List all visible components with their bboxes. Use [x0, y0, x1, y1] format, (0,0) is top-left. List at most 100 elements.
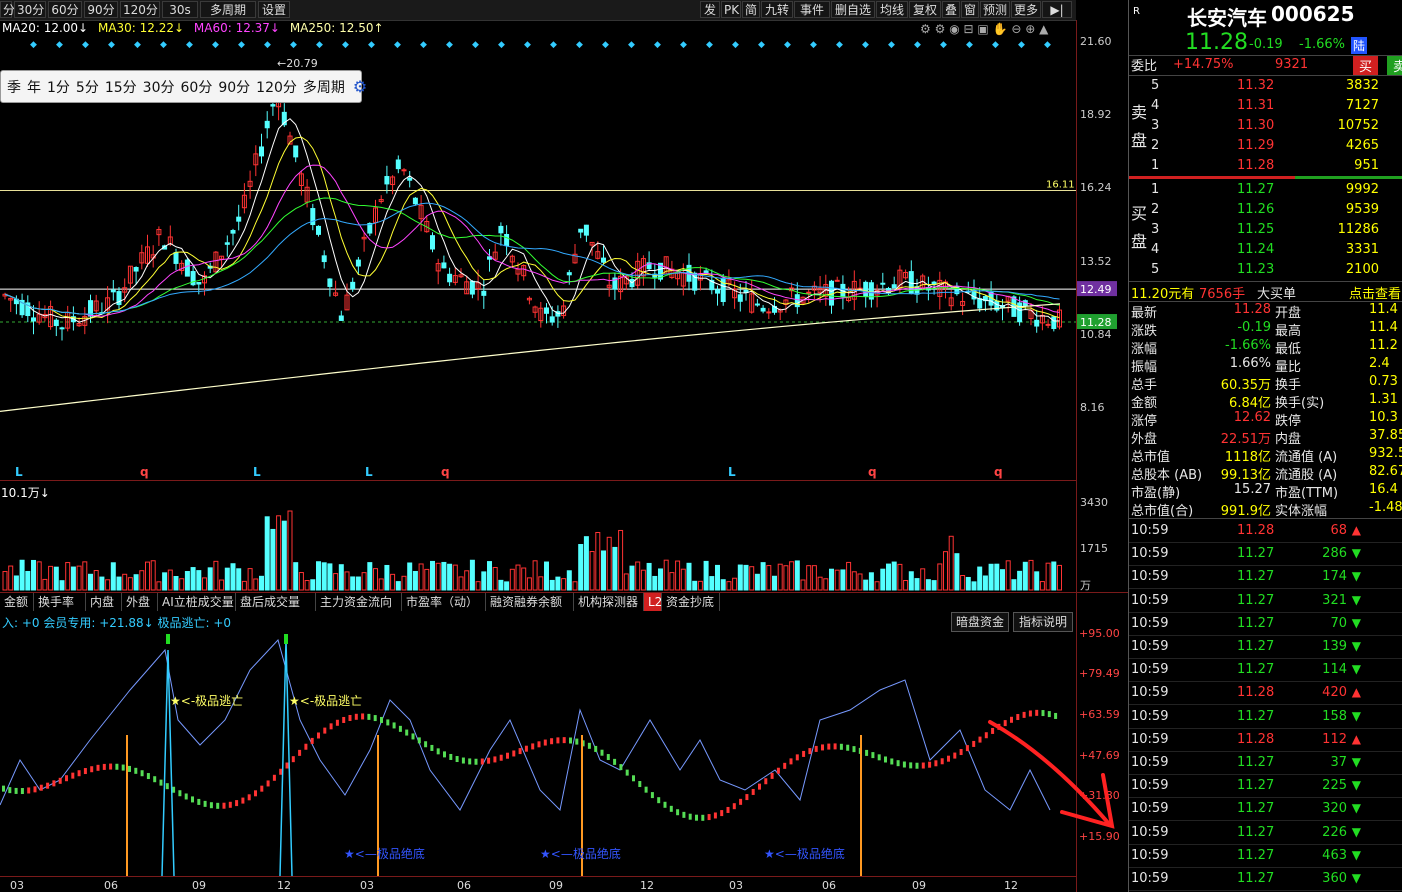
ask-row[interactable]: 5 11.32 3832 [1129, 76, 1402, 96]
tick-row[interactable]: 10:59 11.28 112 ▲ [1129, 729, 1402, 752]
bid-price: 11.24 [1237, 242, 1275, 257]
period-option-1[interactable]: 年 [27, 80, 41, 96]
tick-row[interactable]: 10:59 11.27 225 ▼ [1129, 775, 1402, 799]
tick-row[interactable]: 10:59 11.27 114 ▼ [1129, 659, 1402, 683]
period-option-3[interactable]: 5分 [76, 80, 99, 96]
gear-icon[interactable]: ⚙ [353, 77, 367, 96]
bid-row[interactable]: 1 11.27 9992 [1129, 180, 1402, 200]
indicator-tab-9[interactable]: 机构探测器 [574, 593, 644, 611]
buy-button[interactable]: 买 [1353, 56, 1379, 75]
bid-row[interactable]: 5 11.23 2100 [1129, 260, 1402, 280]
ask-level: 3 [1151, 118, 1160, 133]
indicator-tab-3[interactable]: 外盘 [122, 593, 158, 611]
toolbar-tool-10[interactable]: 预测 [980, 1, 1010, 18]
tick-row[interactable]: 10:59 11.27 226 ▼ [1129, 822, 1402, 845]
indicator-tab-4[interactable]: AI立桩成交量 [158, 593, 236, 611]
signal-diamond: ◆ [264, 40, 271, 50]
toolbar-tool-3[interactable]: 九转 [761, 1, 793, 18]
toolbar-tool-9[interactable]: 窗 [961, 1, 979, 18]
indicator-tab-1[interactable]: 换手率 [34, 593, 86, 611]
tick-row[interactable]: 10:59 11.27 463 ▼ [1129, 845, 1402, 868]
indicator-dot [348, 714, 352, 721]
indicator-dot [953, 752, 957, 759]
marker-L: L [728, 465, 736, 479]
tick-row[interactable]: 10:59 11.27 321 ▼ [1129, 590, 1402, 613]
tick-row[interactable]: 10:59 11.28 68 ▲ [1129, 520, 1402, 543]
toolbar-period-6[interactable]: 多周期 [200, 1, 256, 18]
volume-axis-label: 1715 [1080, 542, 1108, 555]
toolbar-period-5[interactable]: 30s [162, 1, 198, 18]
big-order-row[interactable]: 11.20元有 7656手 大买单 点击查看 [1129, 282, 1402, 302]
indicator-dot [701, 814, 705, 821]
volume-bar [321, 562, 327, 591]
tick-row[interactable]: 10:59 11.27 320 ▼ [1129, 798, 1402, 822]
collapse-icon[interactable]: ▶| [1042, 1, 1072, 18]
tick-row[interactable]: 10:59 11.27 158 ▼ [1129, 706, 1402, 729]
period-option-7[interactable]: 90分 [218, 80, 250, 96]
toolbar-tool-6[interactable]: 均线 [876, 1, 908, 18]
period-option-0[interactable]: 季 [7, 80, 21, 96]
toolbar-period-1[interactable]: 30分 [14, 1, 46, 18]
indicator-dot [909, 762, 913, 769]
price-change: -0.19 [1249, 37, 1283, 52]
tick-row[interactable]: 10:59 11.27 286 ▼ [1129, 543, 1402, 567]
indicator-dot [27, 787, 31, 794]
bid-row[interactable]: 2 11.26 9539 [1129, 200, 1402, 220]
indicator-tab-2[interactable]: 内盘 [86, 593, 122, 611]
signal-diamond: ◆ [368, 40, 375, 50]
big-order-link[interactable]: 点击查看 [1349, 283, 1401, 302]
period-option-4[interactable]: 15分 [105, 80, 137, 96]
bid-row[interactable]: 4 11.24 3331 [1129, 240, 1402, 260]
indicator-dot [430, 744, 434, 751]
indicator-tab-11[interactable]: 资金抄底 [662, 593, 720, 611]
indicator-tab-8[interactable]: 融资融券余额 [486, 593, 574, 611]
toolbar-tool-1[interactable]: PK [721, 1, 741, 18]
signal-diamond: ◆ [212, 40, 219, 50]
indicator-tab-0[interactable]: 金额 [0, 593, 34, 611]
ask-row[interactable]: 2 11.29 4265 [1129, 136, 1402, 156]
period-option-9[interactable]: 多周期 [303, 80, 345, 96]
toolbar-tool-4[interactable]: 事件 [794, 1, 830, 18]
tick-row[interactable]: 10:59 11.27 70 ▼ [1129, 613, 1402, 636]
tick-row[interactable]: 10:59 11.27 139 ▼ [1129, 636, 1402, 659]
indicator-tab-10[interactable]: L2 [644, 593, 662, 611]
toolbar-period-3[interactable]: 90分 [84, 1, 118, 18]
indicator-dot [310, 737, 314, 744]
price-axis-label: 21.60 [1080, 35, 1112, 48]
toolbar-tool-7[interactable]: 复权 [909, 1, 941, 18]
dark-pool-button[interactable]: 暗盘资金 [951, 612, 1009, 632]
bid-row[interactable]: 3 11.25 11286 [1129, 220, 1402, 240]
kline-chart[interactable]: 21.60 18.92 16.24 13.52 10.84 8.16 16.11 12.49 1… [0, 20, 1128, 892]
tick-row[interactable]: 10:59 11.27 174 ▼ [1129, 566, 1402, 590]
toolbar-period-0[interactable]: 分 [0, 1, 15, 18]
volume-bar [686, 562, 692, 591]
period-option-5[interactable]: 30分 [143, 80, 175, 96]
toolbar-period-7[interactable]: 设置 [258, 1, 290, 18]
period-option-6[interactable]: 60分 [181, 80, 213, 96]
period-option-2[interactable]: 1分 [47, 80, 70, 96]
toolbar-tool-5[interactable]: 删自选 [831, 1, 875, 18]
toolbar-tool-0[interactable]: 发 [700, 1, 720, 18]
ask-row[interactable]: 1 11.28 951 [1129, 156, 1402, 176]
indicator-tab-7[interactable]: 市盈率（动） [402, 593, 486, 611]
period-option-8[interactable]: 120分 [256, 80, 297, 96]
ask-row[interactable]: 3 11.30 10752 [1129, 116, 1402, 136]
tick-row[interactable]: 10:59 11.27 37 ▼ [1129, 752, 1402, 775]
toolbar-tool-11[interactable]: 更多 [1011, 1, 1041, 18]
indicator-tab-6[interactable]: 主力资金流向 [316, 593, 402, 611]
indicator-tab-5[interactable]: 盘后成交量 [236, 593, 316, 611]
date-axis-label: 12 [277, 879, 291, 892]
indicator-help-button[interactable]: 指标说明 [1013, 612, 1073, 632]
toolbar-tool-8[interactable]: 叠 [942, 1, 960, 18]
candle-body [806, 291, 812, 294]
toolbar-period-4[interactable]: 120分 [120, 1, 160, 18]
ask-row[interactable]: 4 11.31 7127 [1129, 96, 1402, 116]
signal-diamond: ◆ [134, 40, 141, 50]
volume-bar [173, 576, 179, 591]
tick-row[interactable]: 10:59 11.28 420 ▲ [1129, 682, 1402, 706]
candle-body [891, 284, 897, 289]
tick-row[interactable]: 10:59 11.27 360 ▼ [1129, 868, 1402, 891]
sell-button[interactable]: 卖 [1387, 56, 1402, 75]
toolbar-period-2[interactable]: 60分 [48, 1, 82, 18]
toolbar-tool-2[interactable]: 简 [742, 1, 760, 18]
